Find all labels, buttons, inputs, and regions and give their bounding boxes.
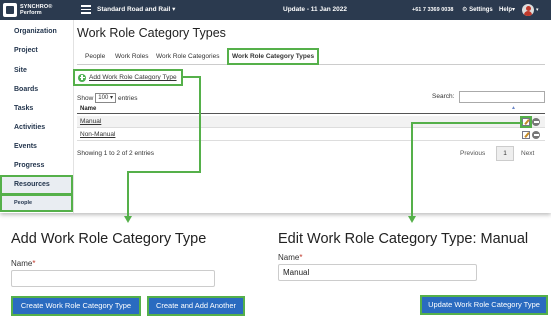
sidebar-item-progress[interactable]: Progress <box>0 156 73 175</box>
delete-icon[interactable] <box>532 131 540 139</box>
logo-mark-icon <box>3 3 17 17</box>
row-name-link[interactable]: Manual <box>80 116 101 128</box>
chevron-down-icon[interactable]: ▾ <box>536 0 539 20</box>
synchro-logo[interactable]: SYNCHRO® Perform <box>3 2 57 18</box>
sidebar-item-resources[interactable]: Resources <box>0 175 73 195</box>
plus-circle-icon <box>78 73 86 82</box>
add-form-panel: Add Work Role Category Type Name* Create… <box>0 224 255 320</box>
tab-work-role-categories[interactable]: Work Role Categories <box>156 50 219 63</box>
project-selector[interactable]: Standard Road and Rail ▾ <box>97 0 175 20</box>
name-field[interactable]: Manual <box>278 264 477 281</box>
sidebar-item-activities[interactable]: Activities <box>0 118 73 137</box>
sidebar: Organization Project Site Boards Tasks A… <box>0 20 74 213</box>
row-name-link[interactable]: Non-Manual <box>80 129 115 141</box>
create-button[interactable]: Create Work Role Category Type <box>11 296 141 316</box>
name-field[interactable] <box>11 270 215 287</box>
top-bar: SYNCHRO® Perform Standard Road and Rail … <box>0 0 551 20</box>
tab-work-role-category-types[interactable]: Work Role Category Types <box>227 48 320 65</box>
sidebar-item-events[interactable]: Events <box>0 137 73 156</box>
menu-icon[interactable] <box>81 5 91 14</box>
sidebar-item-organization[interactable]: Organization <box>0 22 73 41</box>
add-work-role-category-type-link[interactable]: Add Work Role Category Type <box>73 69 183 86</box>
previous-page-button[interactable]: Previous <box>460 150 485 157</box>
gear-icon: ⚙ <box>462 7 468 13</box>
main-content: Work Role Category Types People Work Rol… <box>73 20 551 213</box>
chevron-down-icon: ▾ <box>109 95 113 101</box>
edit-form-panel: Edit Work Role Category Type: Manual Nam… <box>276 224 551 320</box>
update-button[interactable]: Update Work Role Category Type <box>420 295 548 315</box>
tab-work-roles[interactable]: Work Roles <box>115 50 148 63</box>
sidebar-item-project[interactable]: Project <box>0 41 73 60</box>
edit-icon[interactable] <box>520 116 532 128</box>
entries-length-control: Show 100 ▾ entries <box>77 93 138 103</box>
update-notice[interactable]: Update - 11 Jan 2022 <box>283 0 347 20</box>
sort-icon[interactable]: ▲ <box>511 104 516 112</box>
help-menu[interactable]: Help▾ <box>499 0 515 20</box>
create-and-add-another-button[interactable]: Create and Add Another <box>147 296 245 316</box>
table-info: Showing 1 to 2 of 2 entries <box>77 150 154 157</box>
add-form-title: Add Work Role Category Type <box>11 231 207 247</box>
chevron-down-icon: ▾ <box>172 6 176 13</box>
sidebar-item-people[interactable]: People <box>0 194 73 212</box>
sidebar-item-tasks[interactable]: Tasks <box>0 99 73 118</box>
arrow-head-add <box>124 216 132 223</box>
page-title: Work Role Category Types <box>77 26 226 40</box>
name-label: Name* <box>11 259 36 268</box>
chevron-down-icon: ▾ <box>512 7 516 13</box>
support-phone: +61 7 3369 0038 <box>412 7 454 13</box>
name-label: Name* <box>278 253 303 262</box>
delete-icon[interactable] <box>532 118 540 126</box>
table-row: Non-Manual <box>77 129 545 141</box>
edit-icon[interactable] <box>522 131 530 139</box>
tab-bar: People Work Roles Work Role Categories W… <box>77 48 545 65</box>
app-window: SYNCHRO® Perform Standard Road and Rail … <box>0 0 551 213</box>
entries-select[interactable]: 100 ▾ <box>95 93 116 103</box>
page-1-button[interactable]: 1 <box>496 146 514 161</box>
next-page-button[interactable]: Next <box>521 150 534 157</box>
settings-link[interactable]: ⚙ Settings <box>462 0 493 20</box>
avatar[interactable] <box>522 4 534 16</box>
sidebar-item-site[interactable]: Site <box>0 61 73 80</box>
arrow-head-edit <box>408 216 416 223</box>
search-label: Search: <box>432 93 455 100</box>
column-header-name[interactable]: Name ▲ <box>77 104 545 114</box>
tab-people[interactable]: People <box>85 50 105 63</box>
edit-form-title: Edit Work Role Category Type: Manual <box>278 231 529 247</box>
sidebar-item-boards[interactable]: Boards <box>0 80 73 99</box>
search-input[interactable] <box>459 91 545 103</box>
table-row: Manual <box>77 116 545 128</box>
